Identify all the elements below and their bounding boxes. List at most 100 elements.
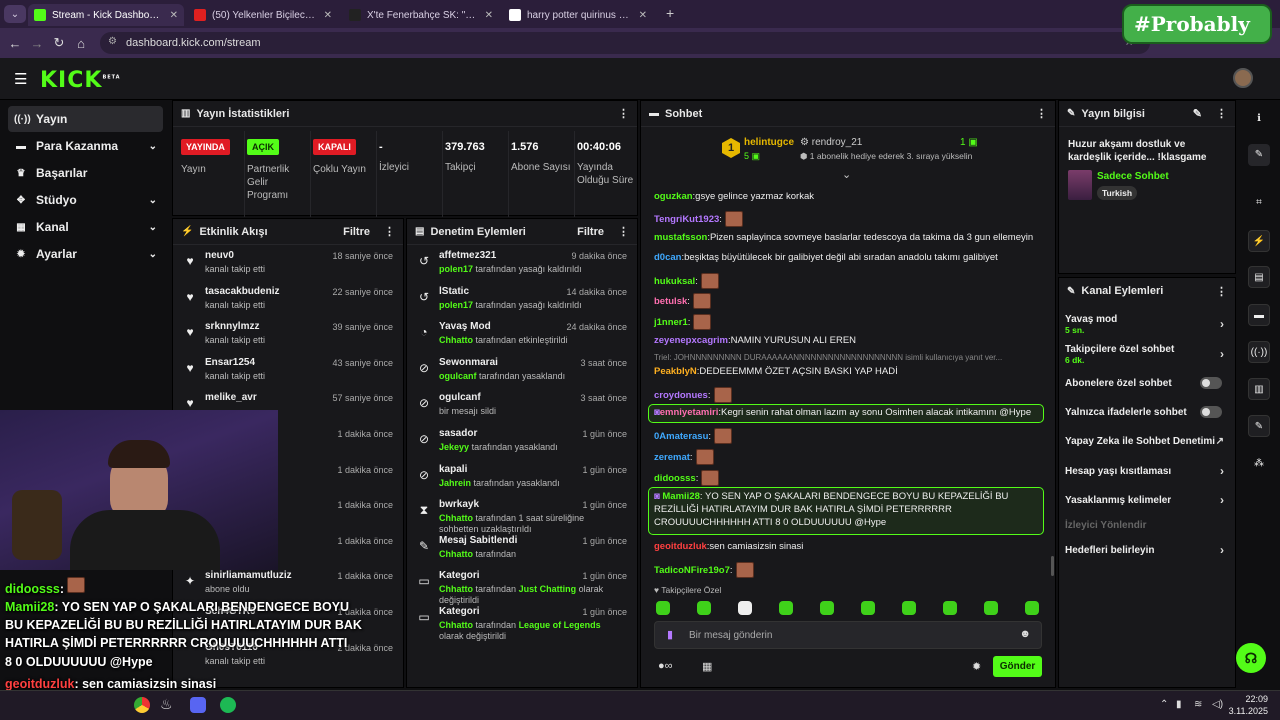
- chevron-right-icon[interactable]: ›: [1220, 317, 1224, 331]
- category-link[interactable]: Just Chatting: [519, 584, 577, 594]
- bolt-panel-icon[interactable]: ⚡: [1248, 230, 1270, 252]
- moderation-target[interactable]: affetmez321: [439, 250, 496, 261]
- steam-taskbar-icon[interactable]: ♨: [160, 696, 173, 713]
- chat-username[interactable]: TadicoNFire19o7: [654, 565, 730, 576]
- forward-icon[interactable]: →: [26, 36, 48, 51]
- toggle-switch[interactable]: [1200, 406, 1222, 418]
- site-info-icon[interactable]: ⚙: [108, 36, 117, 47]
- chat-username[interactable]: d0can: [654, 252, 681, 263]
- chat-username[interactable]: betulsk: [654, 296, 687, 307]
- channel-action-item[interactable]: Yapay Zeka ile Sohbet Denetimi ↗: [1065, 436, 1230, 452]
- chat-message[interactable]: j1nner1:: [654, 314, 712, 330]
- clock-time[interactable]: 22:09: [1236, 694, 1268, 704]
- channel-actions-more-icon[interactable]: ⋮: [1216, 285, 1227, 298]
- chat-message[interactable]: PeakbIyN: DEDEEEMMM ÖZET AÇSIN BASKI YAP…: [654, 366, 898, 377]
- moderation-target[interactable]: Yavaş Mod: [439, 321, 491, 332]
- category-name[interactable]: Sadece Sohbet: [1097, 171, 1169, 182]
- edit-pencil-icon[interactable]: ✎: [1193, 107, 1202, 120]
- chevron-right-icon[interactable]: ›: [1220, 493, 1224, 507]
- quick-emote-icon[interactable]: [1025, 601, 1039, 615]
- moderation-item[interactable]: ↺ lStatic polen17 tarafından yasağı kaldır…: [407, 281, 637, 317]
- channel-action-item[interactable]: Yasaklanmış kelimeler ›: [1065, 493, 1230, 511]
- quick-emote-icon[interactable]: [820, 601, 834, 615]
- moderation-item[interactable]: ✎ Mesaj Sabitlendi Chhatto tarafından 1 gün…: [407, 530, 637, 566]
- activity-item[interactable]: ✦ sinirliamamutluziz abone oldu 1 dakika ön…: [173, 565, 403, 601]
- external-link-icon[interactable]: ↗: [1216, 436, 1224, 447]
- user-avatar[interactable]: [1233, 68, 1253, 88]
- back-icon[interactable]: ←: [4, 36, 26, 51]
- quick-emote-icon[interactable]: [943, 601, 957, 615]
- chat-username[interactable]: didoosss: [654, 473, 696, 484]
- chat-input[interactable]: ▮ Bir mesaj gönderin ☻: [654, 621, 1042, 649]
- new-tab-icon[interactable]: +: [666, 5, 674, 21]
- moderation-target[interactable]: Kategori: [439, 606, 480, 617]
- tab-menu-button[interactable]: ⌄: [4, 5, 26, 23]
- discord-taskbar-icon[interactable]: [190, 697, 206, 713]
- chat-message[interactable]: zeremat:: [654, 449, 714, 465]
- activity-item[interactable]: ♥ Ensar1254 kanalı takip etti 43 saniye önc…: [173, 352, 403, 388]
- emote-icon[interactable]: [692, 293, 711, 309]
- activity-username[interactable]: srknnylmzz: [205, 321, 259, 332]
- emoji-icon[interactable]: ☻: [1019, 628, 1031, 640]
- moderation-target[interactable]: Sewonmarai: [439, 357, 498, 368]
- moderator-name[interactable]: Chhatto: [439, 584, 473, 594]
- sidebar-item[interactable]: ▬ Para Kazanma ⌄: [8, 133, 163, 159]
- activity-username[interactable]: tasacakbudeniz: [205, 286, 279, 297]
- crop-icon[interactable]: ⌗: [1248, 192, 1270, 214]
- channel-action-item[interactable]: Hesap yaşı kısıtlaması ›: [1065, 464, 1230, 482]
- quick-emote-icon[interactable]: [779, 601, 793, 615]
- moderation-item[interactable]: ▭ Kategori Chhatto tarafından Just Chattin…: [407, 565, 637, 605]
- emote-icon[interactable]: [713, 387, 732, 403]
- activity-filter-button[interactable]: Filtre: [343, 226, 370, 238]
- reply-context[interactable]: Triel: JOHNNNNNNNNN DURAAAAAANNNNNNNNNNN…: [654, 353, 1002, 362]
- moderation-target[interactable]: Kategori: [439, 570, 480, 581]
- moderator-name[interactable]: Chhatto: [439, 620, 473, 630]
- chat-username[interactable]: croydonues: [654, 390, 708, 401]
- moderation-filter-button[interactable]: Filtre: [577, 226, 604, 238]
- moderation-target[interactable]: Mesaj Sabitlendi: [439, 535, 517, 546]
- emote-icon[interactable]: [693, 314, 712, 330]
- moderator-name[interactable]: Chhatto: [439, 335, 473, 345]
- moderation-item[interactable]: ⊘ ogulcanf bir mesajı sildi 3 saat önce: [407, 387, 637, 423]
- moderator-name[interactable]: polen17: [439, 300, 473, 310]
- chat-message[interactable]: 0Amaterasu:: [654, 428, 733, 444]
- moderation-target[interactable]: lStatic: [439, 286, 469, 297]
- tray-arrow-icon[interactable]: ⌃: [1160, 699, 1168, 710]
- chat-panel-icon[interactable]: ▬: [1248, 304, 1270, 326]
- channel-action-item[interactable]: Hedefleri belirleyin ›: [1065, 543, 1230, 561]
- activity-item[interactable]: ♥ srknnylmzz kanalı takip etti 39 saniye ön…: [173, 316, 403, 352]
- tab-close-icon[interactable]: ✕: [318, 10, 332, 21]
- chat-message[interactable]: ◙ emniyetamiri: Kegri senin rahat olman …: [654, 407, 1031, 418]
- sidebar-item[interactable]: ✹ Ayarlar ⌄: [8, 241, 163, 267]
- chat-username[interactable]: oguzkan: [654, 191, 693, 202]
- channel-action-item[interactable]: Abonelere özel sohbet: [1065, 377, 1230, 394]
- channel-action-item[interactable]: Yalnızca ifadelerle sohbet: [1065, 406, 1230, 423]
- top-gifter-name[interactable]: helintugce: [744, 137, 794, 148]
- quick-emote-icon[interactable]: [861, 601, 875, 615]
- sidebar-item[interactable]: ▦ Kanal ⌄: [8, 214, 163, 240]
- gifter-name[interactable]: rendroy_21: [812, 137, 863, 148]
- volume-tray-icon[interactable]: ◁): [1212, 699, 1223, 710]
- emote-icon[interactable]: [700, 273, 719, 289]
- moderator-name[interactable]: Chhatto: [439, 513, 473, 523]
- broadcast-panel-icon[interactable]: ((·)): [1248, 341, 1270, 363]
- mic-icon[interactable]: ▮: [667, 628, 673, 641]
- emote-icon[interactable]: [724, 211, 743, 227]
- sidebar-item[interactable]: ((·)) Yayın: [8, 106, 163, 132]
- collapse-chevron-icon[interactable]: ⌄: [842, 168, 851, 181]
- emote-icon[interactable]: [714, 428, 733, 444]
- activity-username[interactable]: neuv0: [205, 250, 234, 261]
- activity-username[interactable]: Ensar1254: [205, 357, 255, 368]
- quick-emote-icon[interactable]: [902, 601, 916, 615]
- chat-message[interactable]: geoitduzluk: sen camiasizsin sinasi: [654, 541, 803, 552]
- moderator-name[interactable]: polen17: [439, 264, 473, 274]
- tab-close-icon[interactable]: ✕: [164, 10, 178, 21]
- address-bar[interactable]: ⚙ dashboard.kick.com/stream ☆: [100, 32, 1150, 54]
- category-thumbnail[interactable]: [1068, 170, 1092, 200]
- chat-username[interactable]: hukuksal: [654, 276, 695, 287]
- chevron-right-icon[interactable]: ›: [1220, 347, 1224, 361]
- moderation-target[interactable]: sasador: [439, 428, 477, 439]
- send-button[interactable]: Gönder: [993, 656, 1042, 677]
- chat-message[interactable]: TadicoNFire19o7:: [654, 562, 754, 578]
- chat-username[interactable]: 0Amaterasu: [654, 431, 708, 442]
